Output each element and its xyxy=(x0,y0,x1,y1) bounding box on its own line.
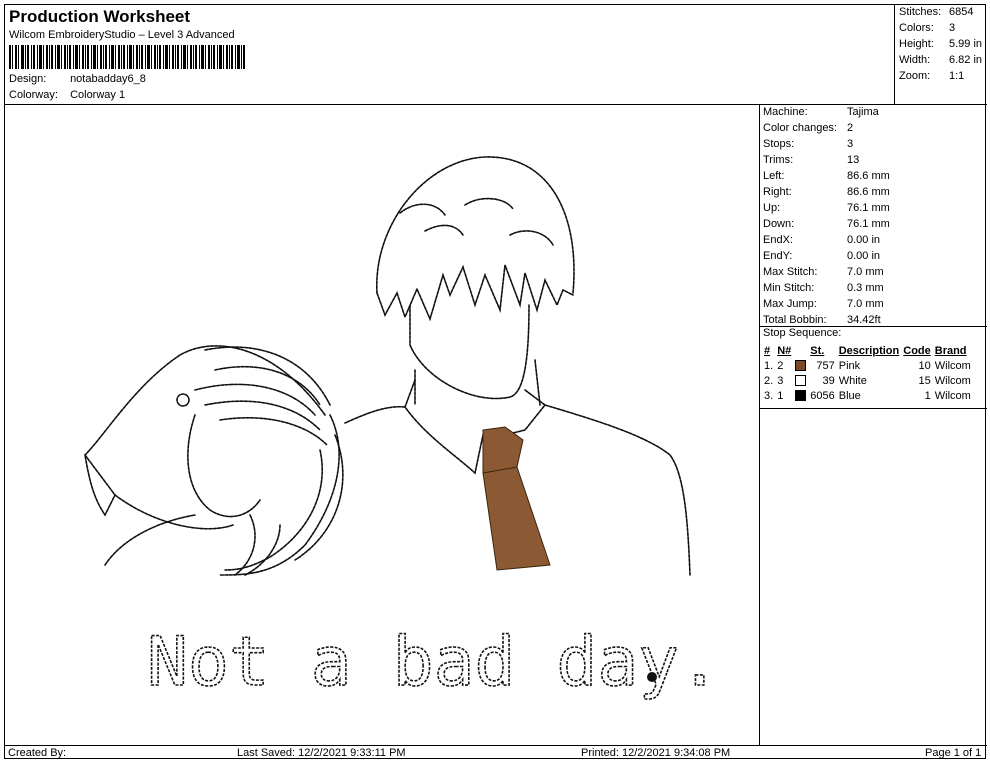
barcode-icon xyxy=(9,45,245,69)
last-saved: Last Saved: 12/2/2021 9:33:11 PM xyxy=(237,747,406,759)
design-row: Design: notabadday6_8 xyxy=(9,73,146,85)
woman-hair-outline xyxy=(84,345,326,456)
down-row: Down: 76.1 mm xyxy=(763,218,890,230)
stop-sequence-table: # N# St. Description Code Brand 1. 2 757… xyxy=(762,343,973,403)
colorway-value: Colorway 1 xyxy=(70,89,126,101)
page-number: Page 1 of 1 xyxy=(925,747,982,759)
max-stitch-row: Max Stitch: 7.0 mm xyxy=(763,266,884,278)
divider xyxy=(760,408,987,409)
endy-row: EndY: 0.00 in xyxy=(763,250,881,262)
software-name: Wilcom EmbroideryStudio – Level 3 Advanc… xyxy=(9,29,235,41)
color-swatch-icon xyxy=(795,390,807,402)
color-swatch-icon xyxy=(795,375,807,387)
trims-row: Trims: 13 xyxy=(763,154,860,166)
stat-stitches: Stitches: 6854 xyxy=(899,6,974,18)
stops-row: Stops: 3 xyxy=(763,138,854,150)
min-stitch-row: Min Stitch: 0.3 mm xyxy=(763,282,884,294)
period-dot xyxy=(647,672,657,682)
stat-height: Height: 5.99 in xyxy=(899,38,983,50)
tie-fill xyxy=(482,426,551,571)
up-row: Up: 76.1 mm xyxy=(763,202,890,214)
design-label: Design: xyxy=(9,73,47,85)
stats-panel: Stitches: 6854 Colors: 3 Height: 5.99 in Wi… xyxy=(895,5,987,105)
stat-width: Width: 6.82 in xyxy=(899,54,983,66)
design-value: notabadday6_8 xyxy=(70,73,146,85)
colorway-label: Colorway: xyxy=(9,89,58,101)
table-row: 2. 3 39 White 15 Wilcom xyxy=(764,374,971,387)
colorway-row: Colorway: Colorway 1 xyxy=(9,89,125,101)
design-canvas: Not a bad day. xyxy=(5,105,760,745)
design-caption: Not a bad day. xyxy=(147,623,720,702)
stat-zoom: Zoom: 1:1 xyxy=(899,70,965,82)
stat-colors: Colors: 3 xyxy=(899,22,956,34)
machine-row: Machine: Tajima xyxy=(763,106,879,118)
worksheet-header: Production Worksheet Wilcom EmbroiderySt… xyxy=(5,5,895,105)
table-row: 3. 1 6056 Blue 1 Wilcom xyxy=(764,389,971,402)
table-header: # N# St. Description Code Brand xyxy=(764,344,967,357)
machine-panel: Machine: Tajima Color changes: 2 Stops: 3 T… xyxy=(760,105,987,745)
right-row: Right: 86.6 mm xyxy=(763,186,890,198)
left-row: Left: 86.6 mm xyxy=(763,170,890,182)
table-row: 1. 2 757 Pink 10 Wilcom xyxy=(764,359,971,372)
max-jump-row: Max Jump: 7.0 mm xyxy=(763,298,884,310)
worksheet-footer: Created By: Last Saved: 12/2/2021 9:33:1… xyxy=(5,745,987,760)
worksheet: Production Worksheet Wilcom EmbroiderySt… xyxy=(4,4,987,760)
page-title: Production Worksheet xyxy=(9,7,191,26)
face-outline xyxy=(409,304,530,400)
total-bobbin-row: Total Bobbin: 34.42ft xyxy=(763,314,881,326)
woman-face-outline xyxy=(187,414,261,518)
stop-sequence-title: Stop Sequence: xyxy=(763,327,842,339)
hair-outline xyxy=(376,156,575,294)
color-swatch-icon xyxy=(795,360,807,372)
endx-row: EndX: 0.00 in xyxy=(763,234,881,246)
printed-date: Printed: 12/2/2021 9:34:08 PM xyxy=(581,747,731,759)
color-changes-row: Color changes: 2 xyxy=(763,122,854,134)
embroidery-design-preview: Not a bad day. xyxy=(84,156,721,703)
created-by: Created By: xyxy=(8,747,67,759)
